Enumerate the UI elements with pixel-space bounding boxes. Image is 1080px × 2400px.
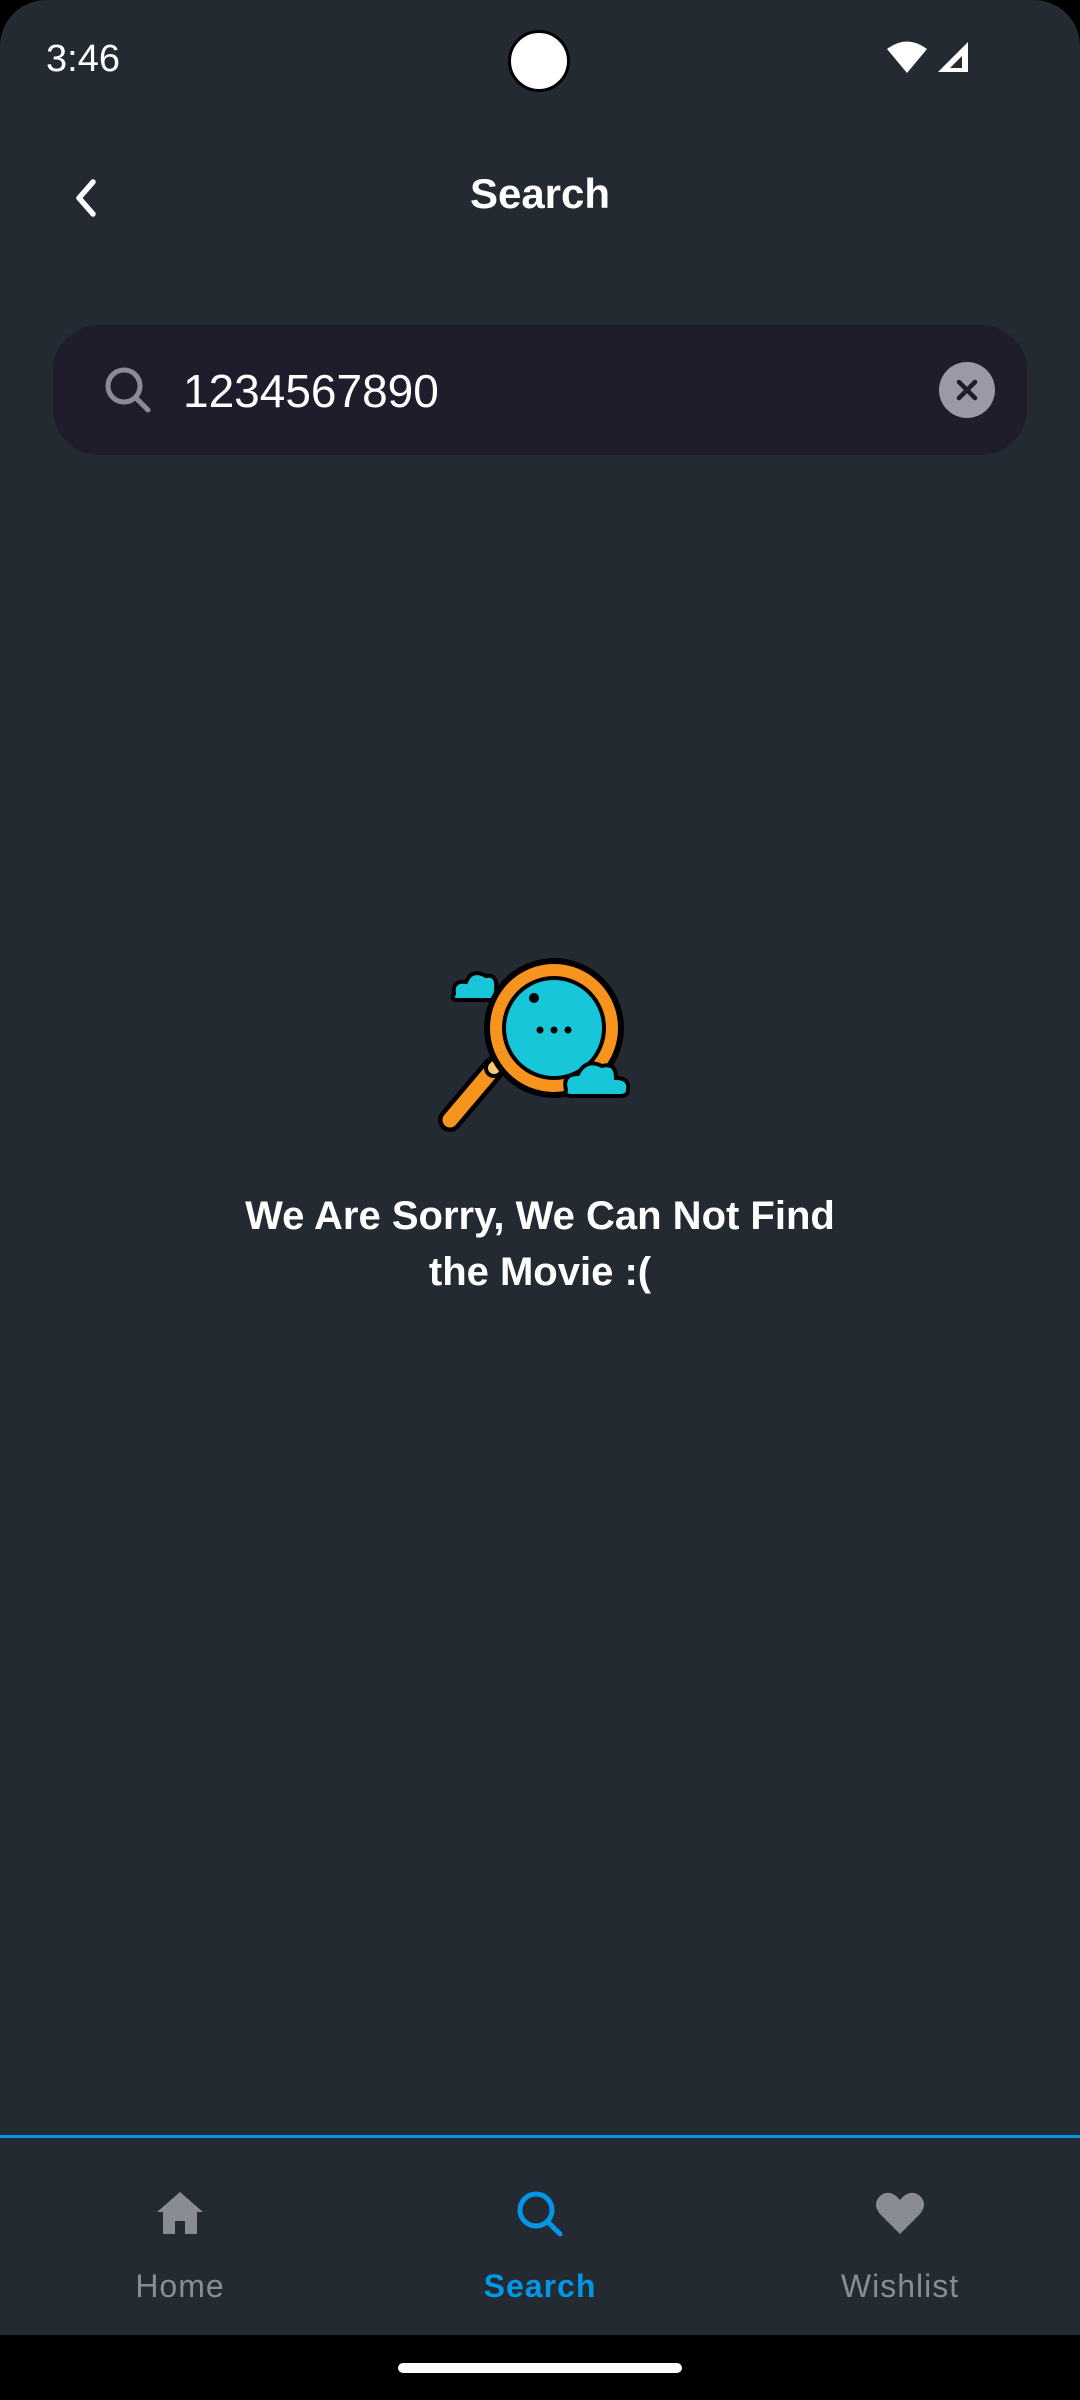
- page-title: Search: [469, 170, 611, 217]
- search-input[interactable]: [181, 351, 945, 431]
- empty-state-message: We Are Sorry, We Can Not Find the Movie …: [140, 1188, 940, 1300]
- status-bar: 3:46: [0, 0, 1080, 120]
- bottom-navigation: Home Search Wishlist: [0, 2135, 1080, 2338]
- system-navigation-bar: [0, 2335, 1080, 2400]
- header: Search: [0, 150, 1080, 245]
- cellular-signal-icon: [938, 42, 968, 72]
- nav-label-wishlist: Wishlist: [840, 2268, 960, 2304]
- search-icon: [517, 2191, 563, 2237]
- search-screen: 3:46 Search 1234567890 We Are Sorry, We …: [0, 0, 1080, 2400]
- heart-icon: [876, 2192, 924, 2234]
- clear-search-button[interactable]: [939, 362, 995, 418]
- search-bar: [53, 325, 1027, 455]
- empty-state-line1: We Are Sorry, We Can Not Find: [245, 1194, 835, 1238]
- no-results-illustration: [438, 958, 631, 1132]
- wifi-icon: [887, 41, 927, 73]
- search-icon: [105, 367, 151, 413]
- nav-label-search: Search: [483, 2268, 597, 2304]
- home-icon: [157, 2192, 203, 2234]
- nav-label-home: Home: [135, 2268, 225, 2304]
- home-gesture-handle[interactable]: [398, 2363, 682, 2373]
- camera-cutout: [508, 30, 570, 92]
- status-icons: [886, 40, 970, 74]
- empty-state-line2: the Movie :(: [428, 1250, 652, 1294]
- nav-item-wishlist[interactable]: Wishlist: [720, 2138, 1080, 2338]
- nav-item-home[interactable]: Home: [0, 2138, 360, 2338]
- nav-item-search[interactable]: Search: [360, 2138, 720, 2338]
- close-icon: [956, 379, 978, 401]
- status-time: 3:46: [46, 38, 120, 80]
